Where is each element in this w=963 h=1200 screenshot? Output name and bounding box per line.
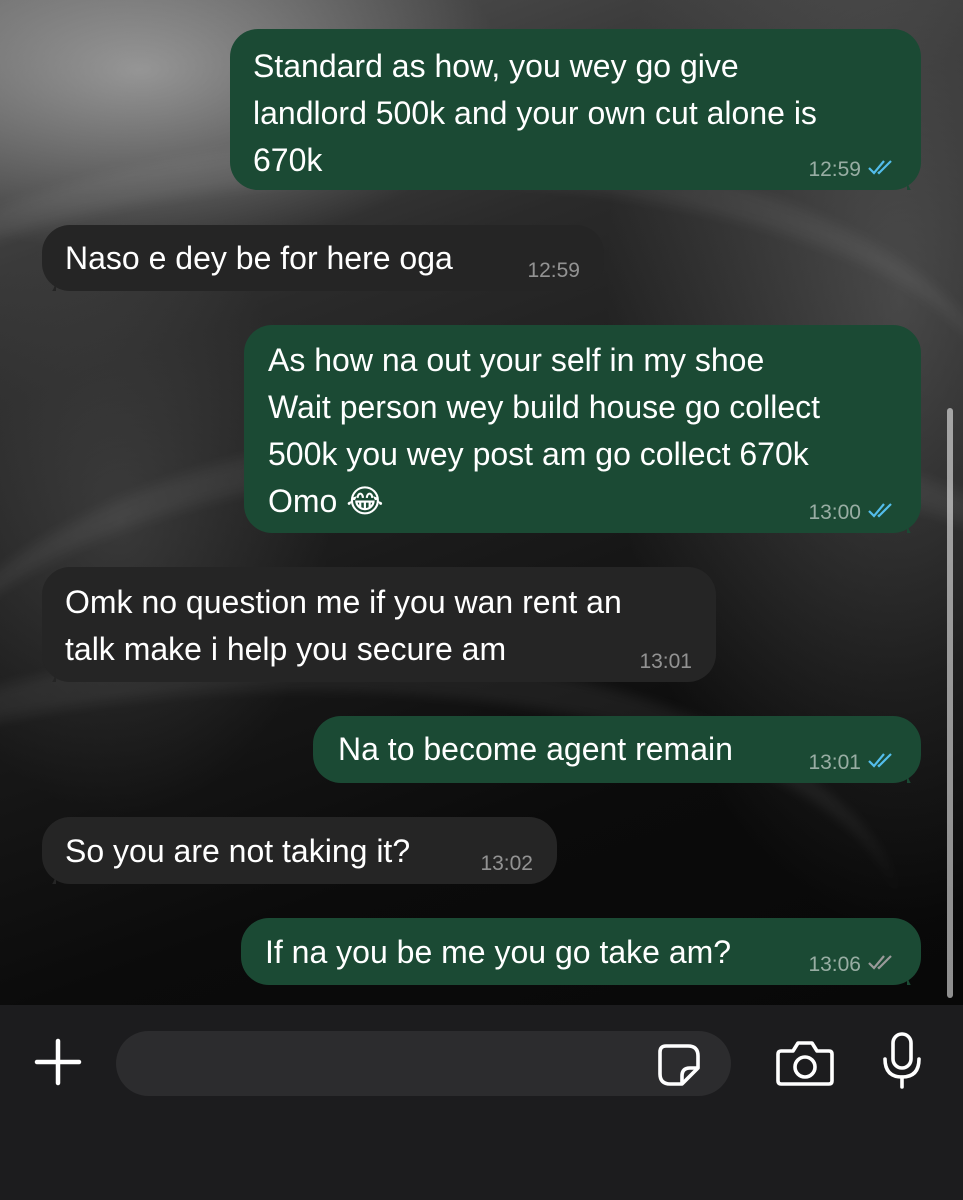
read-receipt-icon — [867, 156, 897, 184]
message-time: 13:06 — [808, 953, 861, 976]
read-receipt-icon — [867, 749, 897, 777]
message-time: 13:02 — [480, 852, 533, 875]
message-text: So you are not taking it? — [65, 833, 411, 869]
message-time: 13:01 — [808, 751, 861, 774]
message-meta: 13:06 — [808, 951, 897, 979]
message-outgoing[interactable]: If na you be me you go take am? 13:06 — [241, 918, 921, 985]
message-meta: 12:59 — [808, 156, 897, 184]
message-time: 13:00 — [808, 501, 861, 524]
message-time: 12:59 — [527, 259, 580, 282]
message-meta: 13:01 — [639, 648, 692, 676]
chat-background: Standard as how, you wey go give landlor… — [0, 0, 963, 1005]
message-text: If na you be me you go take am? — [265, 934, 732, 970]
message-incoming[interactable]: Naso e dey be for here oga 12:59 — [42, 225, 604, 291]
message-text: As how na out your self in my shoe Wait … — [268, 342, 820, 519]
chat-scrollbar[interactable] — [947, 408, 953, 998]
bubble-tail — [30, 269, 56, 291]
message-incoming[interactable]: Omk no question me if you wan rent an ta… — [42, 567, 716, 682]
message-incoming[interactable]: So you are not taking it? 13:02 — [42, 817, 557, 884]
message-outgoing[interactable]: As how na out your self in my shoe Wait … — [244, 325, 921, 533]
message-input-field[interactable] — [116, 1031, 731, 1098]
microphone-icon[interactable] — [876, 1030, 928, 1092]
message-text: Standard as how, you wey go give landlor… — [253, 48, 817, 178]
bubble-tail — [907, 168, 933, 190]
bubble-tail — [907, 511, 933, 533]
message-outgoing[interactable]: Standard as how, you wey go give landlor… — [230, 29, 921, 190]
message-input[interactable] — [140, 1031, 644, 1098]
bubble-tail — [907, 963, 933, 985]
message-meta: 13:01 — [808, 749, 897, 777]
message-text: Omk no question me if you wan rent an ta… — [65, 584, 622, 667]
message-meta: 13:02 — [480, 850, 533, 878]
message-time: 13:01 — [639, 650, 692, 673]
delivered-receipt-icon — [867, 951, 897, 979]
message-meta: 12:59 — [527, 257, 580, 285]
bubble-tail — [907, 761, 933, 783]
camera-icon[interactable] — [774, 1036, 836, 1088]
sticker-icon[interactable] — [655, 1041, 703, 1089]
message-outgoing[interactable]: Na to become agent remain 13:01 — [313, 716, 921, 783]
message-time: 12:59 — [808, 158, 861, 181]
message-text: Naso e dey be for here oga — [65, 240, 453, 276]
bubble-tail — [30, 660, 56, 682]
plus-icon[interactable] — [32, 1036, 84, 1088]
message-meta: 13:00 — [808, 499, 897, 527]
bubble-tail — [30, 862, 56, 884]
read-receipt-icon — [867, 499, 897, 527]
